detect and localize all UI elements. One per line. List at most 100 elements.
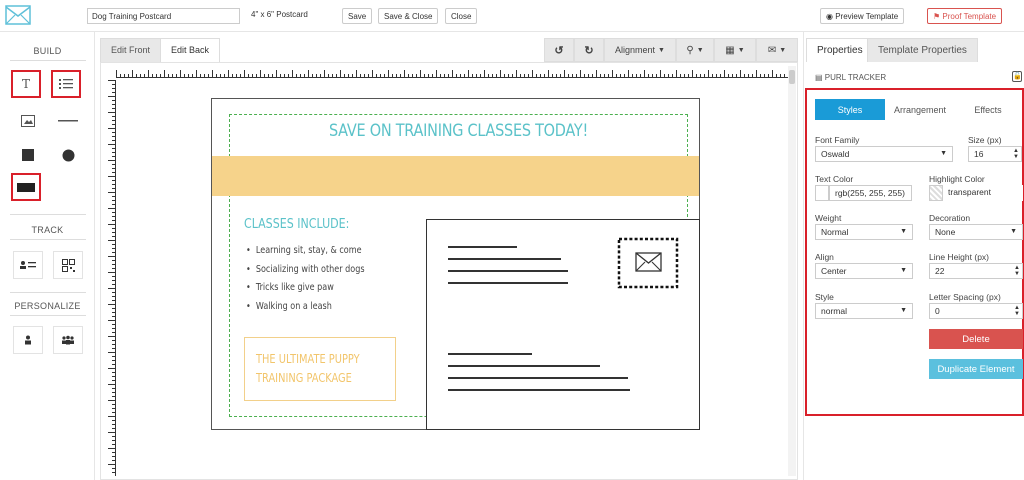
divider [10, 214, 86, 215]
image-icon [21, 115, 35, 127]
scrollbar-thumb[interactable] [789, 70, 795, 84]
line-height-input[interactable]: 22 ▲ ▼ [929, 263, 1023, 279]
save-button[interactable]: Save [342, 8, 373, 24]
template-name-input[interactable] [87, 8, 240, 24]
align-label: Align [815, 252, 834, 262]
caret-down-icon: ▼ [940, 150, 947, 157]
id-card-icon: ▤ [815, 73, 825, 82]
style-value: normal [821, 306, 847, 316]
rectangle-icon [17, 182, 35, 192]
tab-edit-front[interactable]: Edit Front [100, 38, 162, 62]
segment-arrangement[interactable]: Arrangement [885, 99, 955, 120]
list-tool-button[interactable] [51, 70, 81, 98]
image-tool-button[interactable] [13, 107, 43, 135]
contact-card-icon [20, 261, 36, 269]
square-icon [22, 149, 34, 161]
purl-tool-button[interactable] [13, 251, 43, 279]
weight-select[interactable]: Normal ▼ [815, 224, 913, 240]
duplicate-element-button[interactable]: Duplicate Element [929, 359, 1023, 379]
package-line: THE ULTIMATE PUPPY [256, 352, 360, 366]
divider [10, 292, 86, 293]
single-person-button[interactable] [13, 326, 43, 354]
divider [10, 239, 86, 240]
text-tool-button[interactable]: T [11, 70, 41, 98]
highlight-color-value: transparent [948, 187, 991, 197]
tab-properties[interactable]: Properties [806, 38, 874, 62]
personalize-heading: PERSONALIZE [14, 301, 81, 311]
proof-template-button[interactable]: ⚑ Proof Template [927, 8, 1003, 24]
undo-button[interactable]: ↺ [544, 38, 574, 62]
stepper-icon[interactable]: ▲ ▼ [1013, 148, 1019, 160]
zoom-dropdown[interactable]: ⚲ ▼ [676, 38, 714, 62]
return-address-line [448, 282, 568, 284]
group-icon [62, 335, 74, 345]
postcard-size-label: 4" x 6" Postcard [251, 10, 308, 19]
redo-icon: ↻ [584, 44, 594, 57]
font-family-select[interactable]: Oswald ▼ [815, 146, 953, 162]
track-heading: TRACK [31, 225, 64, 235]
highlight-color-input[interactable]: transparent [943, 185, 1023, 201]
yellow-band[interactable] [212, 156, 699, 196]
font-family-value: Oswald [821, 149, 850, 159]
close-button[interactable]: Close [445, 8, 478, 24]
letter-spacing-input[interactable]: 0 ▲ ▼ [929, 303, 1023, 319]
tab-template-properties[interactable]: Template Properties [867, 38, 978, 62]
chevron-down-icon: ▼ [658, 46, 665, 54]
address-panel[interactable] [426, 219, 700, 430]
delete-button[interactable]: Delete [929, 329, 1023, 349]
size-input[interactable]: 16 ▲ ▼ [968, 146, 1022, 162]
align-value: Center [821, 266, 847, 276]
recipient-address-line [448, 389, 630, 391]
package-line: TRAINING PACKAGE [256, 371, 352, 385]
qr-code-tool-button[interactable] [53, 251, 83, 279]
list-item: Learning sit, stay, & come [246, 242, 365, 261]
stepper-icon[interactable]: ▲ ▼ [1014, 305, 1020, 317]
highlight-color-label: Highlight Color [929, 174, 985, 184]
mail-dropdown[interactable]: ✉ ▼ [756, 38, 798, 62]
grid-dropdown[interactable]: ▦ ▼ [714, 38, 756, 62]
headline-text[interactable]: SAVE ON TRAINING CLASSES TODAY! [263, 121, 653, 141]
align-select[interactable]: Center ▼ [815, 263, 913, 279]
decoration-select[interactable]: None ▼ [929, 224, 1023, 240]
undo-icon: ↺ [554, 44, 564, 57]
weight-value: Normal [821, 227, 849, 237]
tab-edit-back[interactable]: Edit Back [160, 38, 221, 62]
lock-icon[interactable]: 🔓 [1012, 71, 1022, 82]
circle-tool-button[interactable] [53, 141, 83, 169]
alignment-label: Alignment [615, 45, 656, 55]
mail-logo-icon[interactable] [5, 5, 31, 25]
qr-code-icon [61, 258, 75, 272]
package-callout[interactable]: THE ULTIMATE PUPPY TRAINING PACKAGE [244, 337, 396, 401]
classes-heading[interactable]: CLASSES INCLUDE: [244, 217, 349, 232]
decoration-value: None [935, 227, 956, 237]
caret-down-icon: ▼ [900, 267, 907, 274]
classes-list[interactable]: Learning sit, stay, & come Socializing w… [246, 242, 385, 316]
preview-label: Preview Template [835, 11, 899, 21]
segment-styles[interactable]: Styles [815, 99, 885, 120]
preview-template-button[interactable]: ◉ Preview Template [820, 8, 905, 24]
style-select[interactable]: normal ▼ [815, 303, 913, 319]
line-tool-button[interactable] [53, 107, 83, 135]
recipient-address-line [448, 365, 600, 367]
segment-effects[interactable]: Effects [955, 99, 1021, 120]
save-close-button[interactable]: Save & Close [378, 8, 439, 24]
rectangle-tool-button[interactable] [11, 173, 41, 201]
chevron-down-icon: ▼ [779, 46, 787, 54]
text-color-swatch[interactable] [815, 185, 829, 201]
stepper-icon[interactable]: ▲ ▼ [1014, 265, 1020, 277]
purl-text: PURL TRACKER [824, 73, 887, 82]
highlight-color-swatch[interactable] [929, 185, 943, 201]
redo-button[interactable]: ↻ [574, 38, 604, 62]
style-label: Style [815, 292, 834, 302]
alignment-dropdown[interactable]: Alignment ▼ [604, 38, 676, 62]
proof-label: Proof Template [942, 11, 997, 21]
divider [10, 60, 86, 61]
square-tool-button[interactable] [13, 141, 43, 169]
line-icon [58, 120, 78, 122]
group-button[interactable] [53, 326, 83, 354]
eye-icon: ◉ [826, 11, 836, 21]
text-icon: T [21, 77, 30, 91]
canvas-scrollbar[interactable] [788, 66, 796, 476]
text-color-input[interactable]: rgb(255, 255, 255) [829, 185, 912, 201]
person-icon [25, 335, 31, 345]
